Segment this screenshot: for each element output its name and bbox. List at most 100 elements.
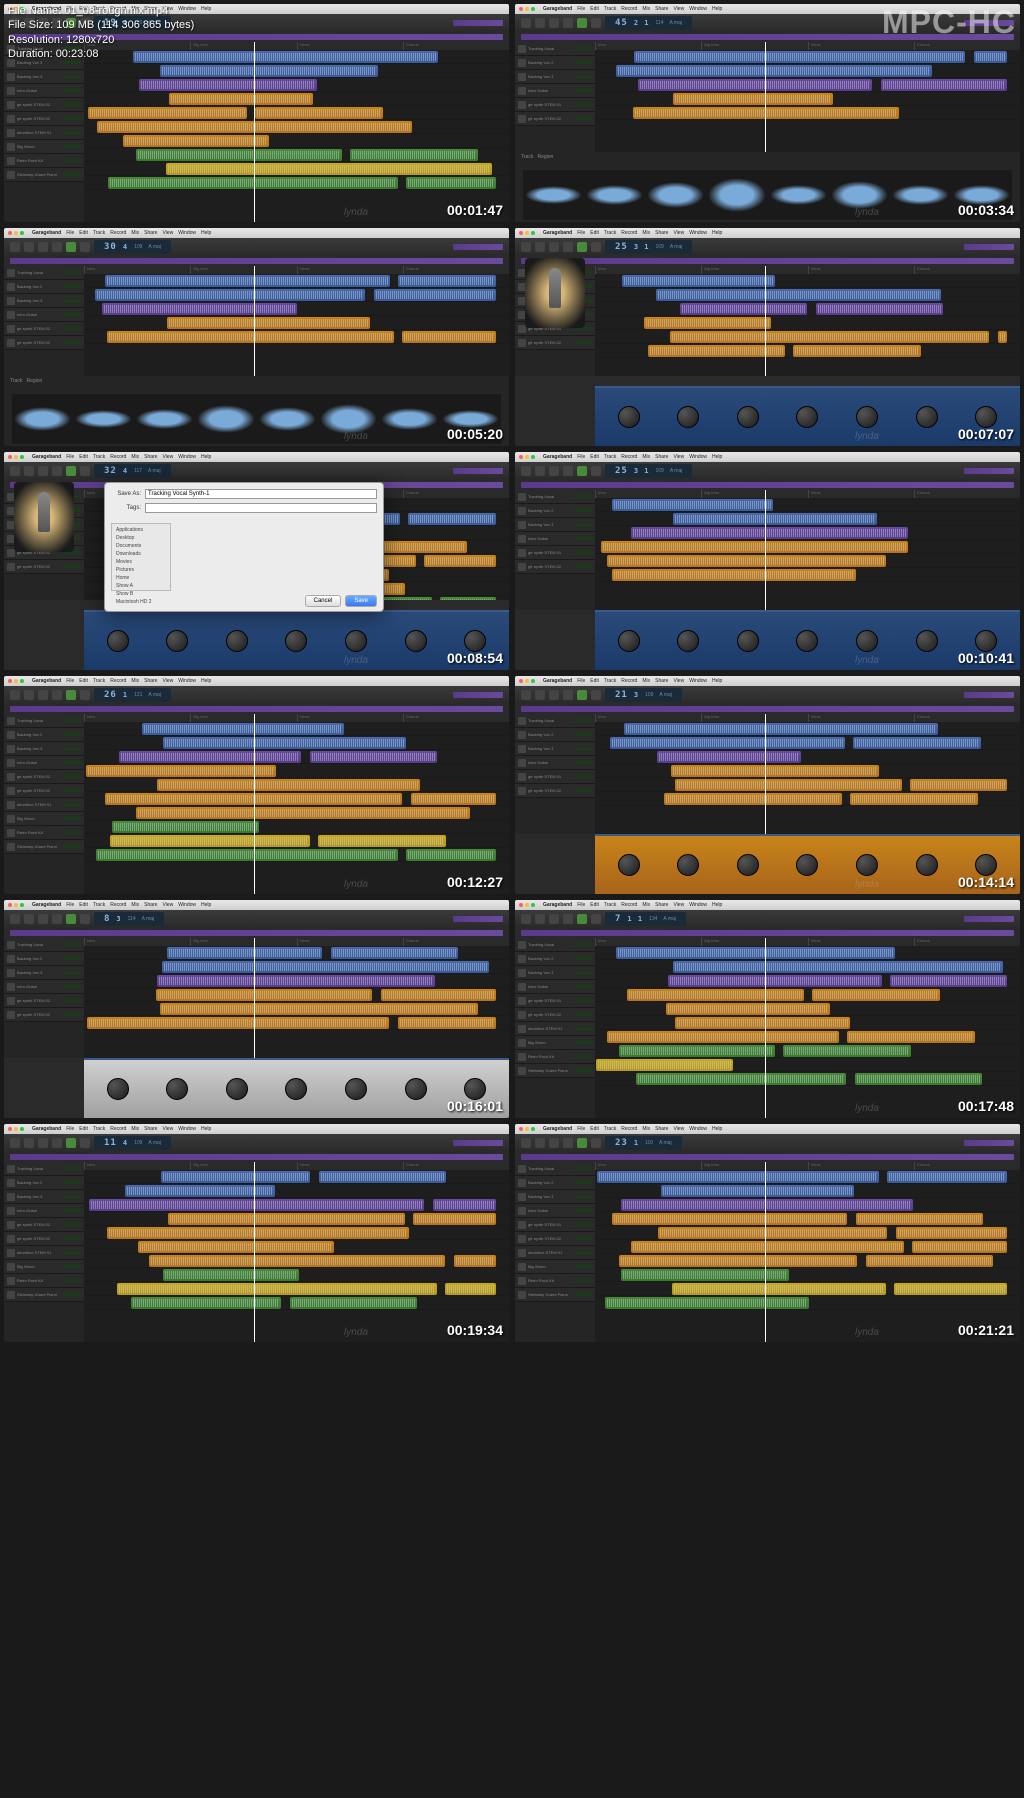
audio-region[interactable]	[102, 303, 297, 315]
track-header[interactable]: gtr synth STEM 02	[4, 336, 84, 350]
arrangement-marker[interactable]	[521, 706, 1014, 712]
menu-item[interactable]: Mix	[642, 678, 650, 684]
audio-region[interactable]	[163, 1269, 299, 1281]
region-lane[interactable]	[84, 1240, 509, 1254]
region-lane[interactable]	[84, 806, 509, 820]
track-header[interactable]: Steinway Grand Piano	[4, 840, 84, 854]
audio-region[interactable]	[350, 149, 478, 161]
save-button[interactable]: Save	[345, 595, 377, 607]
track-header[interactable]: Backing Vox 2	[515, 952, 595, 966]
audio-region[interactable]	[596, 1059, 733, 1071]
region-lane[interactable]	[595, 512, 1020, 526]
region-lane[interactable]	[595, 1254, 1020, 1268]
region-lane[interactable]	[84, 64, 509, 78]
region-lane[interactable]	[84, 834, 509, 848]
audio-region[interactable]	[310, 751, 438, 763]
region-lane[interactable]	[84, 820, 509, 834]
stop-button[interactable]	[563, 914, 573, 924]
track-header[interactable]: Backing Vox 3	[4, 1190, 84, 1204]
menu-item[interactable]: Help	[712, 1126, 722, 1132]
track-header[interactable]: Tracking Vocal	[4, 1162, 84, 1176]
plugin-knob[interactable]	[677, 854, 699, 876]
record-button[interactable]	[80, 690, 90, 700]
timeline-ruler[interactable]: IntroBig IntroVerseChorus	[84, 1162, 509, 1170]
plugin-knob[interactable]	[796, 406, 818, 428]
maximize-icon[interactable]	[20, 679, 24, 683]
region-lane[interactable]	[595, 1044, 1020, 1058]
maximize-icon[interactable]	[531, 679, 535, 683]
timeline-ruler[interactable]: IntroBig IntroVerseChorus	[595, 938, 1020, 946]
play-button[interactable]	[66, 466, 76, 476]
menu-item[interactable]: Window	[689, 454, 707, 460]
menu-item[interactable]: Edit	[79, 902, 88, 908]
track-header[interactable]: Tracking Vocal	[4, 714, 84, 728]
rewind-button[interactable]	[535, 466, 545, 476]
audio-region[interactable]	[605, 1297, 808, 1309]
plugin-knob[interactable]	[405, 630, 427, 652]
audio-region[interactable]	[664, 793, 841, 805]
menu-item[interactable]: Track	[604, 230, 616, 236]
audio-region[interactable]	[105, 275, 389, 287]
track-header[interactable]: gtr synth STEM 02	[515, 336, 595, 350]
audio-region[interactable]	[612, 569, 856, 581]
audio-region[interactable]	[142, 723, 344, 735]
audio-region[interactable]	[666, 1003, 830, 1015]
menu-item[interactable]: Help	[712, 454, 722, 460]
region-lane[interactable]	[84, 330, 509, 344]
menu-item[interactable]: Edit	[79, 454, 88, 460]
menu-item[interactable]: Edit	[590, 902, 599, 908]
audio-region[interactable]	[411, 793, 496, 805]
audio-region[interactable]	[621, 1199, 913, 1211]
stop-button[interactable]	[563, 1138, 573, 1148]
region-lane[interactable]	[595, 344, 1020, 358]
audio-region[interactable]	[619, 1045, 775, 1057]
play-button[interactable]	[577, 690, 587, 700]
track-header[interactable]: gtr synth STEM 02	[4, 1232, 84, 1246]
track-header[interactable]: Steinway Grand Piano	[515, 1288, 595, 1302]
track-header[interactable]: gtr synth STEM 01	[515, 1218, 595, 1232]
region-lane[interactable]	[84, 1268, 509, 1282]
editor-tabs[interactable]: Track Region	[515, 152, 1020, 162]
close-icon[interactable]	[8, 903, 12, 907]
menu-item[interactable]: Record	[110, 230, 126, 236]
region-lane[interactable]	[84, 848, 509, 862]
track-header[interactable]: strumbox STEM 01	[515, 1022, 595, 1036]
menu-item[interactable]: File	[66, 678, 74, 684]
track-header[interactable]: Tracking Vocal	[4, 938, 84, 952]
app-menu[interactable]: Garageband	[32, 1126, 61, 1132]
window-controls[interactable]	[519, 455, 535, 459]
plugin-knob[interactable]	[618, 854, 640, 876]
audio-region[interactable]	[670, 331, 989, 343]
record-button[interactable]	[591, 242, 601, 252]
window-controls[interactable]	[8, 455, 24, 459]
menu-item[interactable]: View	[673, 678, 684, 684]
track-header[interactable]: Steinway Grand Piano	[4, 168, 84, 182]
track-header[interactable]: Steinway Grand Piano	[4, 1288, 84, 1302]
track-header[interactable]: Backing Vox 3	[4, 70, 84, 84]
maximize-icon[interactable]	[531, 231, 535, 235]
menubar[interactable]: Garageband FileEditTrackRecordMixShareVi…	[4, 1124, 509, 1134]
region-lane[interactable]	[595, 78, 1020, 92]
menu-item[interactable]: Window	[178, 230, 196, 236]
audio-region[interactable]	[157, 975, 435, 987]
region-lane[interactable]	[84, 176, 509, 190]
maximize-icon[interactable]	[20, 1127, 24, 1131]
menu-item[interactable]: Record	[110, 454, 126, 460]
track-header[interactable]: Big Strum	[515, 1260, 595, 1274]
menu-item[interactable]: Help	[201, 1126, 211, 1132]
track-header[interactable]: gtr synth STEM 02	[4, 1008, 84, 1022]
audio-region[interactable]	[850, 793, 978, 805]
audio-region[interactable]	[398, 275, 496, 287]
audio-region[interactable]	[167, 317, 369, 329]
menu-item[interactable]: Help	[201, 454, 211, 460]
audio-region[interactable]	[673, 961, 1003, 973]
audio-region[interactable]	[658, 1227, 888, 1239]
plugin-knob[interactable]	[226, 630, 248, 652]
audio-region[interactable]	[610, 737, 845, 749]
lcd-display[interactable]: 8 3 114 A maj	[94, 912, 164, 926]
video-thumbnail[interactable]: Garageband FileEditTrackRecordMixShareVi…	[515, 900, 1020, 1118]
timeline[interactable]: IntroBig IntroVerseChorus	[595, 1162, 1020, 1342]
menu-item[interactable]: View	[162, 454, 173, 460]
menubar[interactable]: Garageband FileEditTrackRecordMixShareVi…	[4, 452, 509, 462]
audio-region[interactable]	[86, 765, 276, 777]
